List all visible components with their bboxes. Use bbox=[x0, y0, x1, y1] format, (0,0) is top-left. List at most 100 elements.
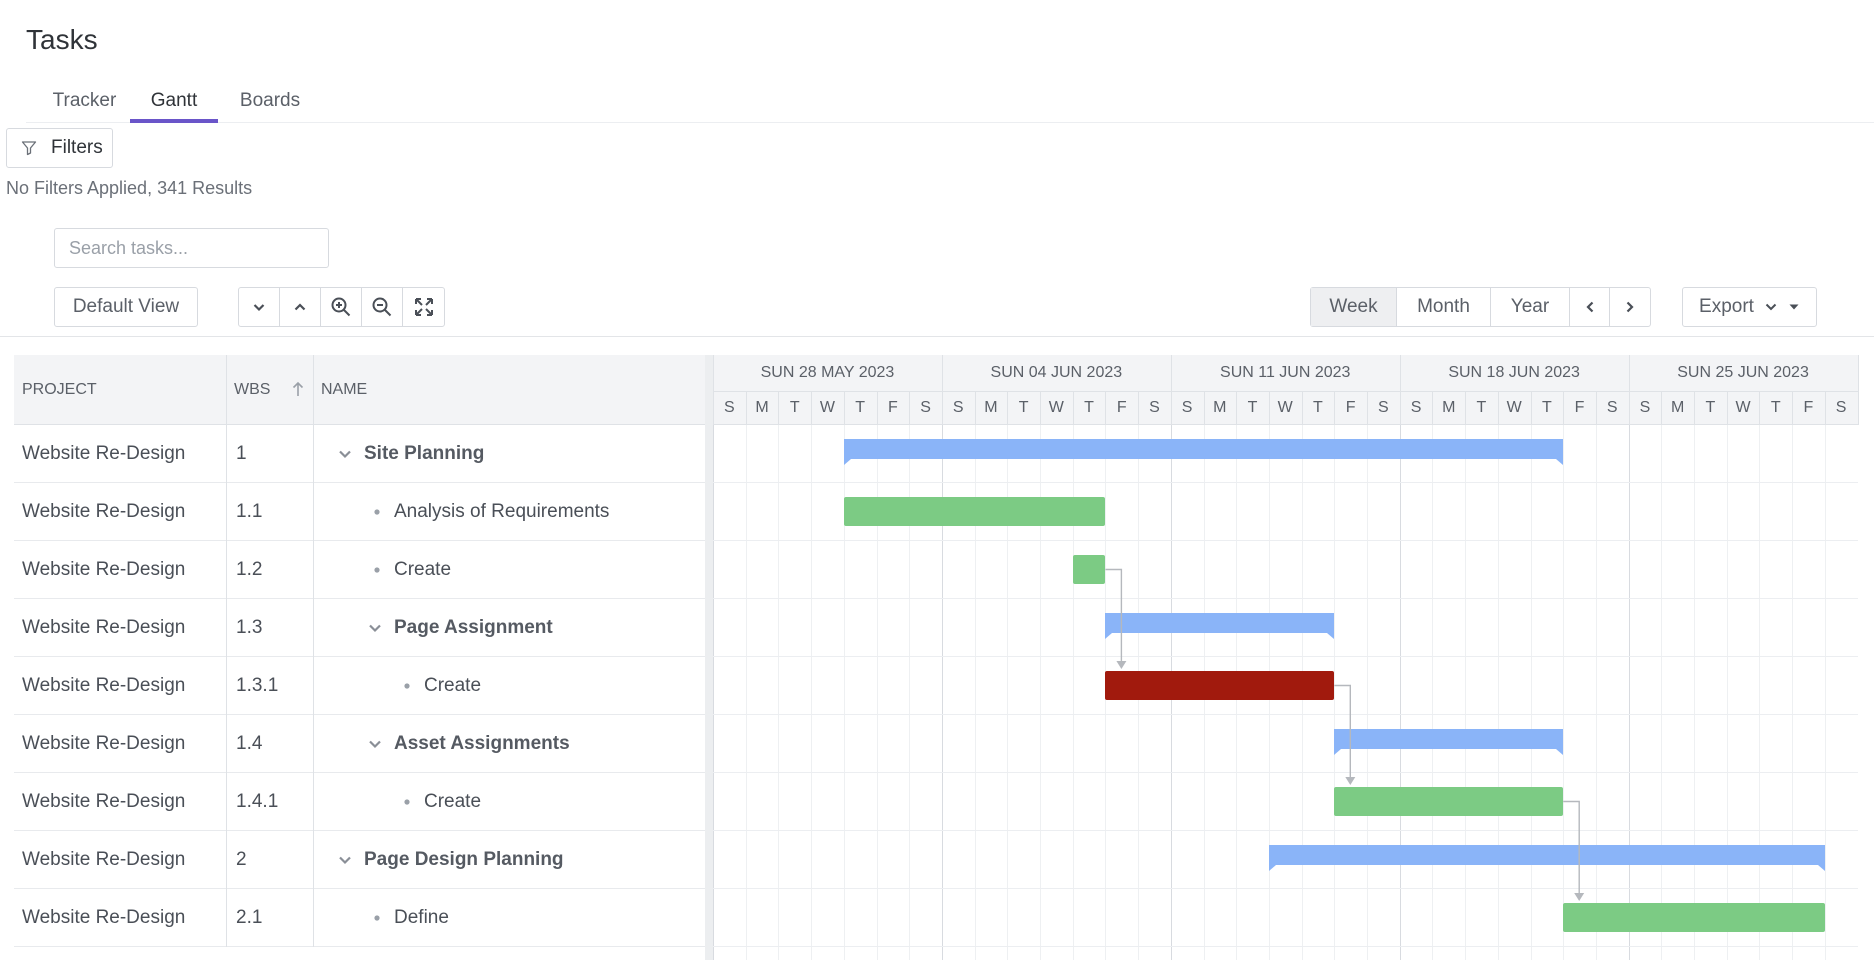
export-button[interactable]: Export bbox=[1682, 287, 1817, 327]
range-year-button[interactable]: Year bbox=[1491, 288, 1570, 326]
day-label: W bbox=[1735, 399, 1751, 416]
cell-name[interactable]: Asset Assignments bbox=[394, 715, 570, 772]
range-month-button[interactable]: Month bbox=[1397, 288, 1491, 326]
column-header-wbs-label: WBS bbox=[234, 381, 271, 398]
cell-name[interactable]: Analysis of Requirements bbox=[394, 483, 609, 540]
grid-splitter[interactable] bbox=[705, 355, 713, 960]
collapse-toggle-icon[interactable] bbox=[368, 599, 382, 656]
chevron-down-icon bbox=[1765, 303, 1777, 311]
collapse-toggle-icon[interactable] bbox=[338, 425, 352, 482]
search-input[interactable] bbox=[54, 228, 329, 268]
tab-tracker[interactable]: Tracker bbox=[46, 88, 123, 123]
day-label: S bbox=[1410, 399, 1422, 416]
column-header-name[interactable]: NAME bbox=[313, 355, 706, 425]
default-view-button[interactable]: Default View bbox=[54, 287, 198, 327]
week-label: SUN 18 JUN 2023 bbox=[1448, 364, 1580, 381]
cell-wbs: 1.1 bbox=[236, 500, 263, 522]
tab-gantt[interactable]: Gantt bbox=[130, 88, 218, 123]
next-period-button[interactable] bbox=[1610, 288, 1650, 326]
day-separator bbox=[1661, 391, 1663, 425]
cell-name[interactable]: Site Planning bbox=[364, 425, 484, 482]
cell-project: Website Re-Design bbox=[22, 500, 186, 522]
cell-name[interactable]: Create bbox=[424, 657, 481, 714]
cell-project: Website Re-Design bbox=[22, 616, 186, 638]
zoom-in-icon[interactable] bbox=[321, 288, 362, 326]
cell-name[interactable]: Define bbox=[394, 889, 449, 946]
day-separator bbox=[1694, 391, 1695, 425]
column-divider bbox=[313, 715, 314, 773]
chevron-up-icon[interactable] bbox=[280, 288, 321, 326]
week-separator bbox=[1857, 355, 1859, 425]
week-label: SUN 28 MAY 2023 bbox=[760, 364, 895, 381]
time-range-group: Week Month Year bbox=[1310, 287, 1651, 327]
zoom-out-icon[interactable] bbox=[362, 288, 403, 326]
day-separator bbox=[745, 391, 747, 425]
table-row[interactable]: Website Re-Design 1.4 Asset Assignments bbox=[14, 715, 706, 773]
dependency-arrow bbox=[1116, 661, 1127, 669]
day-label: M bbox=[1213, 399, 1227, 416]
day-label: W bbox=[1506, 399, 1522, 416]
day-separator bbox=[1268, 391, 1270, 425]
day-label: S bbox=[1149, 399, 1160, 416]
table-row[interactable]: Website Re-Design 2 Page Design Planning bbox=[14, 831, 706, 889]
week-label: SUN 11 JUN 2023 bbox=[1220, 364, 1351, 381]
tab-boards[interactable]: Boards bbox=[231, 88, 309, 123]
week-label: SUN 04 JUN 2023 bbox=[990, 364, 1123, 381]
day-separator bbox=[1792, 391, 1794, 425]
table-row[interactable]: Website Re-Design 1 Site Planning bbox=[14, 425, 706, 483]
day-separator bbox=[1432, 391, 1434, 425]
week-separator bbox=[713, 355, 714, 425]
table-row[interactable]: Website Re-Design 2.1 Define bbox=[14, 889, 706, 947]
cell-name[interactable]: Create bbox=[424, 773, 481, 830]
day-separator bbox=[843, 391, 845, 425]
range-week-button[interactable]: Week bbox=[1311, 288, 1397, 326]
column-divider bbox=[313, 773, 314, 831]
day-separator bbox=[1007, 391, 1009, 425]
header-divider bbox=[713, 391, 1858, 392]
sort-ascending-icon bbox=[292, 381, 304, 397]
cell-name[interactable]: Create bbox=[394, 541, 451, 598]
column-header-project[interactable]: PROJECT bbox=[14, 355, 226, 425]
dependency-arrow bbox=[1574, 893, 1585, 901]
day-separator bbox=[1465, 391, 1467, 425]
collapse-toggle-icon[interactable] bbox=[368, 715, 382, 772]
cell-name[interactable]: Page Assignment bbox=[394, 599, 553, 656]
day-label: T bbox=[855, 399, 866, 416]
column-divider bbox=[313, 425, 314, 483]
column-divider bbox=[226, 355, 227, 425]
table-row[interactable]: Website Re-Design 1.2 Create bbox=[14, 541, 706, 599]
day-separator bbox=[876, 391, 878, 425]
table-row[interactable]: Website Re-Design 1.4.1 Create bbox=[14, 773, 706, 831]
column-header-wbs[interactable]: WBS bbox=[226, 355, 313, 425]
previous-period-button[interactable] bbox=[1570, 288, 1610, 326]
day-label: F bbox=[1345, 399, 1356, 416]
filters-button[interactable]: Filters bbox=[6, 128, 113, 168]
column-divider bbox=[226, 425, 227, 483]
day-label: M bbox=[1442, 399, 1456, 416]
column-divider bbox=[226, 599, 227, 657]
collapse-toggle-icon[interactable] bbox=[338, 831, 352, 888]
day-separator bbox=[811, 391, 813, 425]
table-row[interactable]: Website Re-Design 1.3 Page Assignment bbox=[14, 599, 706, 657]
day-label: T bbox=[1018, 399, 1029, 416]
chevron-left-icon bbox=[1585, 301, 1593, 313]
cell-wbs: 1 bbox=[236, 442, 247, 464]
day-separator bbox=[1236, 391, 1238, 425]
day-label: T bbox=[789, 399, 800, 416]
filters-summary: No Filters Applied, 341 Results bbox=[6, 178, 253, 198]
week-separator bbox=[1399, 355, 1401, 425]
day-separator bbox=[1726, 391, 1728, 425]
table-row[interactable]: Website Re-Design 1.1 Analysis of Requirem… bbox=[14, 483, 706, 541]
column-divider bbox=[313, 483, 314, 541]
column-divider bbox=[226, 541, 227, 599]
day-label: S bbox=[1639, 399, 1651, 416]
dependency-link bbox=[1563, 800, 1580, 895]
table-row[interactable]: Website Re-Design 1.3.1 Create bbox=[14, 657, 706, 715]
fit-to-screen-icon[interactable] bbox=[403, 288, 444, 326]
day-label: S bbox=[724, 399, 735, 416]
week-separator bbox=[941, 355, 943, 425]
tab-bar: Tracker Gantt Boards bbox=[26, 88, 1874, 123]
cell-name[interactable]: Page Design Planning bbox=[364, 831, 564, 888]
bullet-icon bbox=[404, 773, 410, 830]
chevron-down-icon[interactable] bbox=[239, 288, 280, 326]
